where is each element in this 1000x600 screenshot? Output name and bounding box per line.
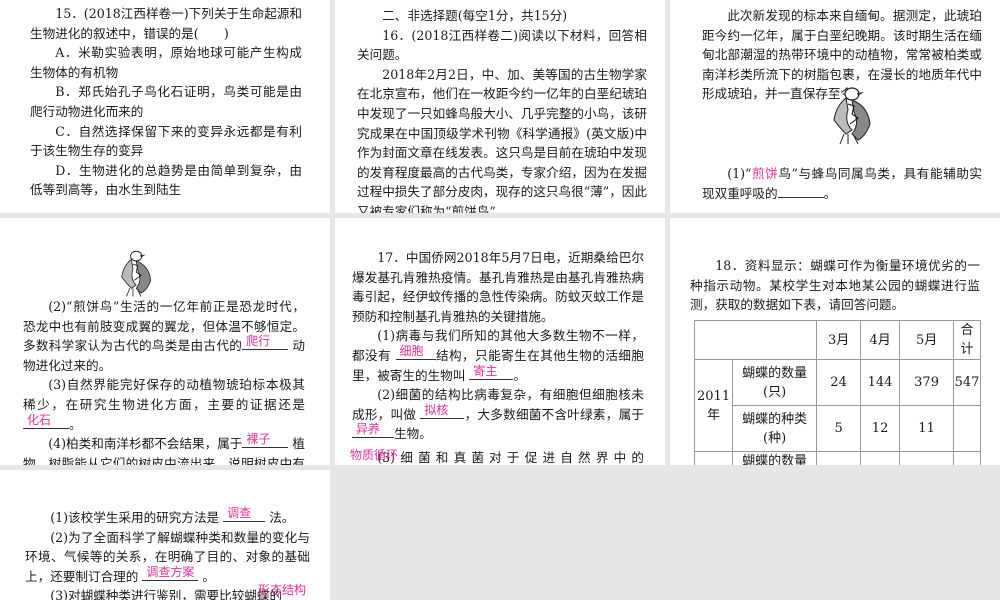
answer-blank[interactable]: 化石	[23, 414, 69, 429]
q18-stem: 18．资料显示：蝴蝶可作为衡量环境优劣的一种指示动物。某校学生对本地某公园的蝴蝶…	[690, 258, 980, 313]
q17-stem: 17．中国侨网2018年5月7日电，近期桑给巴尔爆发基孔肯雅热疫情。基孔肯雅热是…	[352, 250, 644, 324]
q15-stem: 15．(2018江西样卷一)下列关于生命起源和生物进化的叙述中，错误的是( )	[30, 6, 302, 41]
answer-blank[interactable]: 拟核	[420, 404, 465, 419]
answer-blank[interactable]: 调查方案	[142, 566, 199, 581]
answer-blank[interactable]: 调查	[223, 507, 266, 522]
amber-bird-image	[121, 250, 152, 297]
table-row: 2011年 蝴蝶的数量(只) 24 144 379 547	[693, 359, 981, 452]
table-row: 2012 蝴蝶的数量 3651129216	[693, 451, 981, 465]
q18-part-1: (1)该校学生采用的研究方法是 调查 法。	[50, 506, 295, 525]
q16-part-3: (3)自然界能完好保存的动植物琥珀标本极其稀少，在研究生物进化方面，主要的证据还…	[23, 377, 305, 432]
amber-bird-image	[833, 87, 871, 145]
answer-blank[interactable]	[777, 185, 824, 198]
answer-blank[interactable]: 异养	[352, 423, 394, 439]
q16-part-1: (1)“煎饼鸟”与蜂鸟同属鸟类，具有能辅助实现双重呼吸的。	[702, 166, 982, 201]
page-panel-q16-parts: (2)“煎饼鸟”生活的一亿年前正是恐龙时代，恐龙中也有前肢变成翼的翼龙，但体温不…	[0, 218, 330, 465]
table-row: 蝴蝶的种类(种) 5 12 11	[695, 405, 981, 452]
q17-part-3: (3)细菌和真菌对于促进自然界中的物质循环具	[350, 448, 644, 465]
q15-option-c: C．自然选择保留下来的变异永远都是有利于该生物生存的变异	[30, 123, 302, 159]
page-panel-q18: 18．资料显示：蝴蝶可作为衡量环境优劣的一种指示动物。某校学生对本地某公园的蝴蝶…	[670, 218, 1000, 465]
answer-blank[interactable]: 裸子	[242, 433, 289, 449]
page-panel-q15: 15．(2018江西样卷一)下列关于生命起源和生物进化的叙述中，错误的是( ) …	[0, 0, 330, 213]
page-panel-q16-cont: 此次新发现的标本来自缅甸。据测定，此琥珀距今约一亿年，属于白垩纪晚期。该时期生活…	[670, 0, 1000, 213]
butterfly-data-table: 3月 4月 5月 合计 2011年 蝴蝶的数量(只) 24 144 379 547 蝴…	[693, 320, 981, 465]
q16-material: 2018年2月2日，中、加、美等国的古生物学家在北京宣布，他们在一枚距今约一亿年…	[357, 66, 647, 213]
q16-part-4: (4)柏类和南洋杉都不会结果，属于 裸子 植物。树脂能从它们的树皮中流出来，说明树…	[23, 433, 305, 465]
q15-option-a: A．米勒实验表明，原始地球可能产生构成生物体的有机物	[30, 45, 302, 80]
q18-part-2: (2)为了全面科学了解蝴蝶种类和数量的变化与环境、气候等的关系，在明确了目的、对…	[25, 529, 310, 584]
answer-blank[interactable]: 寄主	[469, 365, 514, 380]
answer-blank[interactable]: 细胞	[395, 345, 436, 360]
answer-blank[interactable]: 爬行	[242, 335, 289, 351]
page-panel-q18-parts: (1)该校学生采用的研究方法是 调查 法。 (2)为了全面科学了解蝴蝶种类和数量…	[0, 470, 330, 600]
page-panel-q17: 17．中国侨网2018年5月7日电，近期桑给巴尔爆发基孔肯雅热疫情。基孔肯雅热是…	[335, 218, 665, 465]
q15-option-d: D．生物进化的总趋势是由简单到复杂，由低等到高等，由水生到陆生	[30, 162, 302, 198]
q17-part-2: (2)细菌的结构比病毒复杂，有细胞但细胞核未成形，叫做 拟核 ，大多数细菌不含叶绿…	[352, 387, 645, 442]
page-panel-q16: 二、非选择题(每空1分，共15分) 16．(2018江西样卷二)阅读以下材料，回…	[335, 0, 665, 213]
q17-part-1: (1)病毒与我们所知的其他大多数生物不一样，都没有 细胞 结构，只能寄生在其他生物…	[352, 328, 645, 383]
section-heading: 二、非选择题(每空1分，共15分)	[382, 8, 568, 23]
q16-stem: 16．(2018江西样卷二)阅读以下材料，回答相关问题。	[357, 27, 647, 63]
table-header-row: 3月 4月 5月 合计	[693, 320, 981, 360]
answer-text-form-structure: 形态结构	[258, 583, 307, 597]
q16-part-2: (2)“煎饼鸟”生活的一亿年前正是恐龙时代，恐龙中也有前肢变成翼的翼龙，但体温不…	[23, 299, 306, 373]
question-15: 15．(2018江西样卷一)下列关于生命起源和生物进化的叙述中，错误的是( ) …	[30, 4, 302, 200]
q15-option-b: B．郑氏始孔子鸟化石证明，鸟类可能是由爬行动物进化而来的	[30, 84, 302, 119]
